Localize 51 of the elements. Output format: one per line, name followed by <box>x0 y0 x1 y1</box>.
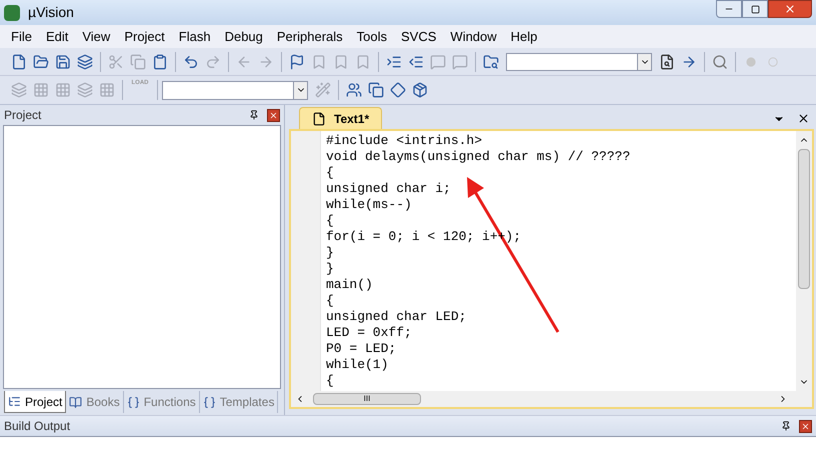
code-line: { <box>326 293 334 309</box>
tree-icon <box>8 395 21 408</box>
braces-icon <box>126 396 140 408</box>
menu-item[interactable]: Project <box>117 26 172 46</box>
code-line: } <box>326 245 334 261</box>
close-icon[interactable] <box>267 108 280 122</box>
menu-item[interactable]: Tools <box>350 26 394 46</box>
document-icon <box>312 112 326 126</box>
pin-icon[interactable] <box>781 421 791 431</box>
code-line: while(1) <box>326 357 388 373</box>
code-line: void delayms(unsigned char ms) // ????? <box>326 149 630 165</box>
pin-icon[interactable] <box>249 110 259 120</box>
code-line: #include <intrins.h> <box>326 133 482 149</box>
close-icon[interactable] <box>799 420 812 432</box>
scroll-thumb[interactable]: III <box>313 393 421 405</box>
close-icon[interactable] <box>797 112 810 125</box>
braces-icon <box>202 396 216 408</box>
menu-item[interactable]: Peripherals <box>270 26 350 46</box>
menu-item[interactable]: Window <box>443 26 504 46</box>
maximize-button[interactable] <box>742 0 768 18</box>
menu-item[interactable]: View <box>75 26 118 46</box>
maximize-icon <box>750 4 760 14</box>
panel-title: Project <box>4 107 42 124</box>
app-logo-icon <box>4 4 20 20</box>
panel-title: Build Output <box>4 418 70 435</box>
menu-item[interactable]: File <box>4 26 39 46</box>
close-button[interactable] <box>768 0 812 18</box>
menu-item[interactable]: Edit <box>38 26 76 46</box>
book-icon <box>69 396 82 408</box>
code-line: P0 = LED; <box>326 341 396 357</box>
panel-tab[interactable]: Project <box>4 391 66 413</box>
menu-item[interactable]: Debug <box>218 26 270 46</box>
menu-item[interactable]: SVCS <box>394 26 444 46</box>
target-dropdown[interactable] <box>162 80 308 100</box>
dropdown-field[interactable] <box>506 52 652 70</box>
code-line: unsigned char i; <box>326 181 451 197</box>
code-line: while(ms--) <box>326 197 412 213</box>
close-icon <box>784 3 796 15</box>
code-line: main() <box>326 277 373 293</box>
code-line: { <box>326 165 334 181</box>
code-line: LED = 0xff; <box>326 325 412 341</box>
menu-item[interactable]: Flash <box>172 26 218 46</box>
window-title: µVision <box>28 3 74 22</box>
code-line: unsigned char LED; <box>326 309 466 325</box>
code-line: } <box>326 261 334 277</box>
scroll-thumb[interactable] <box>798 149 810 289</box>
tab-label: Text1* <box>334 110 370 128</box>
menu-item[interactable]: Help <box>504 26 544 46</box>
editor-tab[interactable]: Text1* <box>299 107 382 129</box>
code-line: { <box>326 373 334 389</box>
code-line: { <box>326 213 334 229</box>
